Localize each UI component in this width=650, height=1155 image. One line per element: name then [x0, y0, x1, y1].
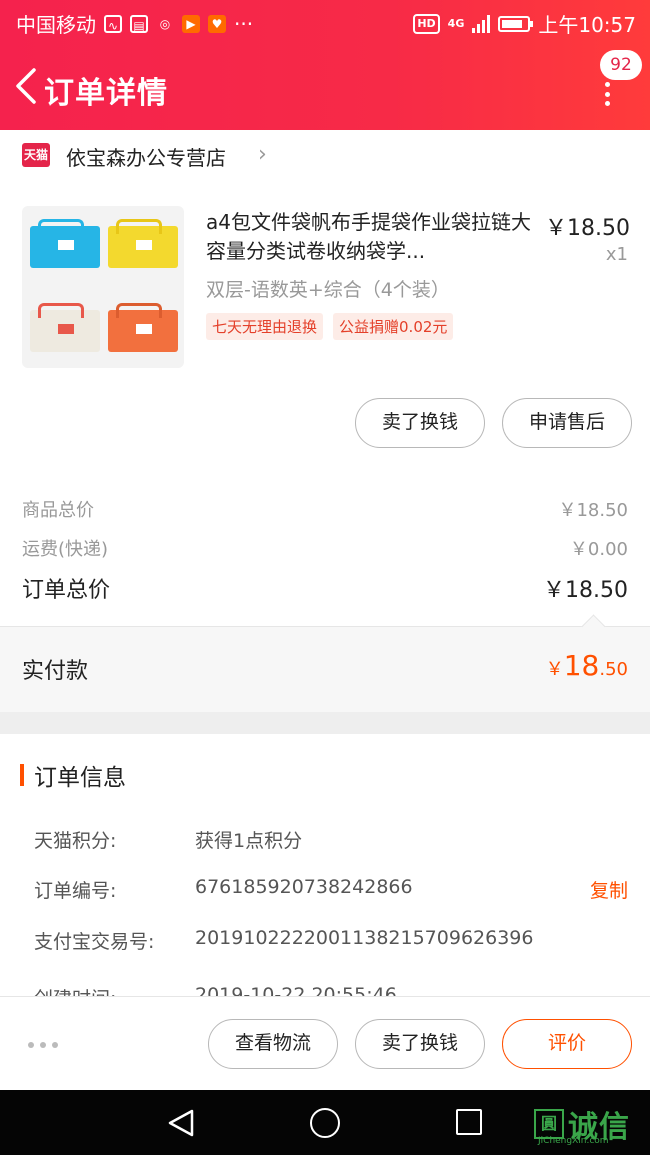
sell-for-cash-bottom-button[interactable]: 卖了换钱	[355, 1019, 485, 1069]
copy-order-number-button[interactable]: 复制	[590, 876, 628, 903]
chevron-right-icon[interactable]: ›	[258, 142, 267, 167]
nav-back-icon[interactable]	[166, 1108, 196, 1138]
system-nav-bar: 圓 诚信 JiChengXin.com	[0, 1090, 650, 1155]
tmall-logo-icon: 天猫	[22, 143, 50, 167]
bag-orange-image	[108, 303, 178, 352]
battery-icon	[498, 15, 534, 32]
review-button[interactable]: 评价	[502, 1019, 632, 1069]
message-count-badge[interactable]: 92	[600, 50, 642, 80]
bag-yellow-image	[108, 219, 178, 268]
order-number-label: 订单编号:	[34, 880, 117, 902]
product-thumbnail[interactable]	[22, 206, 184, 368]
more-actions-icon[interactable]	[28, 1042, 58, 1048]
hd-icon: HD	[413, 13, 440, 34]
back-arrow-icon[interactable]	[12, 66, 42, 106]
status-bar: 中国移动 ∿ ▤ ◎ ▶ ♥ ··· HD 4G 上午10:57	[0, 0, 650, 44]
section-divider	[0, 712, 650, 734]
tag-return-policy: 七天无理由退换	[206, 313, 324, 340]
page-title: 订单详情	[44, 76, 168, 111]
signal-icon	[472, 14, 491, 33]
network-type: 4G	[447, 17, 465, 30]
product-sku: 双层-语数英+综合（4个装）	[206, 279, 450, 301]
alipay-trade-value: 2019102222001138215709626396	[195, 927, 534, 949]
points-label: 天猫积分:	[34, 830, 117, 852]
order-info-title: 订单信息	[34, 765, 126, 791]
video-app-icon: ▶	[182, 14, 200, 33]
product-title[interactable]: a4包文件袋帆布手提袋作业袋拉链大容量分类试卷收纳袋学...	[206, 208, 536, 266]
heart-app-icon: ♥	[208, 14, 226, 33]
status-left: 中国移动 ∿ ▤ ◎ ▶ ♥ ···	[16, 9, 253, 38]
activity-icon: ∿	[104, 14, 122, 33]
paid-integer: 18	[563, 649, 600, 682]
paid-amount-panel: 实付款 ￥18.50	[0, 626, 650, 712]
clock: 上午10:57	[538, 13, 636, 37]
shop-name[interactable]: 依宝森办公专营店	[66, 142, 226, 171]
bag-blue-image	[30, 219, 100, 268]
alipay-trade-label: 支付宝交易号:	[34, 931, 155, 953]
watermark-sub: JiChengXin.com	[538, 1136, 609, 1146]
carrier-label: 中国移动	[16, 13, 96, 37]
goods-total-value: ￥18.50	[558, 500, 628, 521]
shipping-value: ￥0.00	[569, 539, 628, 560]
sell-for-cash-button[interactable]: 卖了换钱	[355, 398, 485, 448]
product-quantity: x1	[605, 244, 628, 265]
bottom-action-bar: 查看物流 卖了换钱 评价	[0, 996, 650, 1090]
more-menu-icon[interactable]	[600, 82, 614, 106]
paid-value: ￥18.50	[546, 649, 628, 682]
order-total-label: 订单总价	[22, 578, 111, 603]
shop-row[interactable]: 天猫 依宝森办公专营店 ›	[0, 130, 650, 182]
nav-home-icon[interactable]	[310, 1108, 340, 1138]
view-logistics-button[interactable]: 查看物流	[208, 1019, 338, 1069]
order-total-value: ￥18.50	[543, 578, 628, 603]
bag-beige-image	[30, 303, 100, 352]
section-accent-bar	[20, 764, 24, 786]
header: 中国移动 ∿ ▤ ◎ ▶ ♥ ··· HD 4G 上午10:57 订单详情 92	[0, 0, 650, 130]
paid-decimal: .50	[599, 659, 628, 680]
more-notifications-icon: ···	[234, 11, 254, 36]
paid-label: 实付款	[22, 659, 89, 684]
goods-total-label: 商品总价	[22, 500, 94, 521]
after-sale-button[interactable]: 申请售后	[502, 398, 632, 448]
shipping-label: 运费(快递)	[22, 539, 109, 560]
document-icon: ▤	[130, 14, 148, 33]
tag-charity: 公益捐赠0.02元	[333, 313, 454, 340]
watermark-box: 圓	[534, 1109, 564, 1139]
product-tags: 七天无理由退换 公益捐赠0.02元	[206, 313, 454, 340]
points-value: 获得1点积分	[195, 830, 303, 852]
weibo-icon: ◎	[159, 16, 171, 31]
product-price: ￥18.50	[545, 216, 630, 241]
status-right: HD 4G 上午10:57	[413, 9, 636, 38]
nav-recent-apps-icon[interactable]	[456, 1109, 482, 1135]
order-number-value: 676185920738242866	[195, 876, 413, 898]
paid-currency: ￥	[545, 659, 564, 680]
